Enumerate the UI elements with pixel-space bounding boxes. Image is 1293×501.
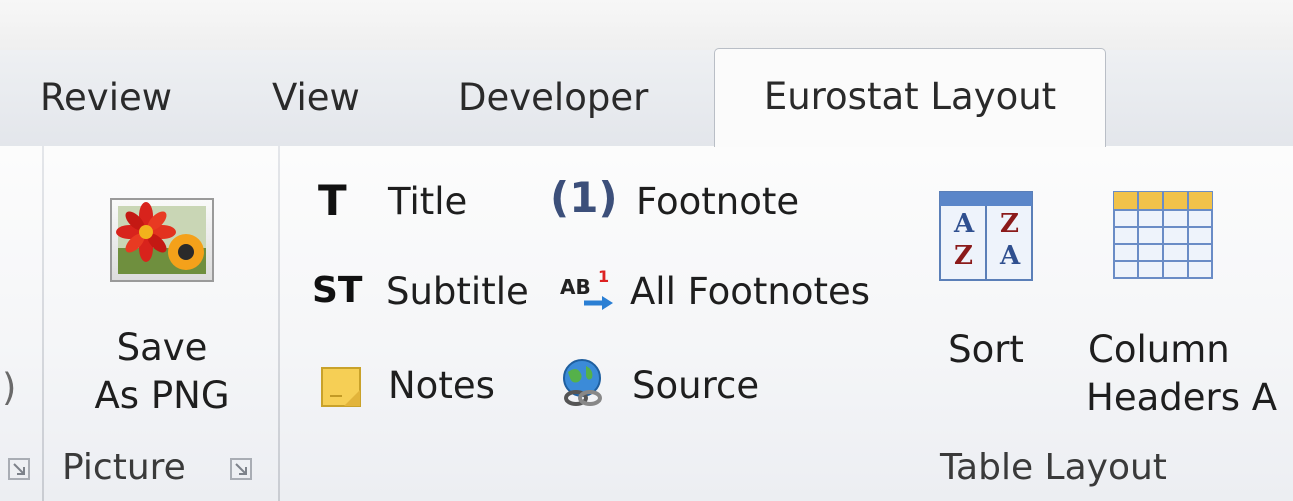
- group-separator: [42, 146, 44, 501]
- sort-letter-a1: A: [954, 209, 975, 239]
- title-label: Title: [388, 180, 468, 223]
- globe-link-icon: [558, 358, 608, 408]
- group-separator: [278, 146, 280, 501]
- picture-dialog-launcher-icon[interactable]: [230, 458, 252, 480]
- title-bar-area: [0, 0, 1293, 50]
- tab-view[interactable]: View: [272, 50, 360, 146]
- flower-picture-icon: [108, 196, 216, 284]
- all-footnotes-label: All Footnotes: [630, 270, 871, 313]
- save-label-line2: As PNG: [94, 374, 230, 417]
- notes-label: Notes: [388, 364, 495, 407]
- tab-developer[interactable]: Developer: [458, 50, 648, 146]
- table-grid-icon: [1112, 190, 1214, 280]
- sort-letter-z2: Z: [954, 241, 973, 271]
- sort-letter-a2: A: [1000, 241, 1021, 271]
- table-layout-group-label: Table Layout: [940, 447, 1167, 488]
- sort-label: Sort: [948, 328, 1024, 371]
- tab-eurostat-layout[interactable]: Eurostat Layout: [714, 48, 1106, 147]
- subtitle-icon: ST: [312, 270, 363, 311]
- footnote-label: Footnote: [636, 180, 800, 223]
- subtitle-label: Subtitle: [386, 270, 529, 313]
- sort-letter-z1: Z: [1000, 209, 1019, 239]
- partial-text: ): [2, 366, 17, 409]
- column-headers-label-line2: Headers A: [1086, 376, 1278, 419]
- ribbon-panel: ) Save As PNG Picture T Title ST Subtitl…: [0, 146, 1293, 501]
- footnote-icon: (1): [550, 173, 618, 222]
- save-label-line1: Save: [116, 326, 208, 369]
- title-icon: T: [318, 176, 347, 225]
- column-headers-button[interactable]: Column Headers A: [1082, 190, 1293, 440]
- tab-review[interactable]: Review: [40, 50, 172, 146]
- sort-button[interactable]: A Z Z A Sort: [926, 190, 1046, 380]
- column-headers-label-line1: Column: [1088, 328, 1230, 371]
- picture-group-label: Picture: [62, 447, 186, 488]
- source-label: Source: [632, 364, 760, 407]
- sort-az-icon: A Z Z A: [938, 190, 1034, 282]
- dialog-launcher-icon[interactable]: [8, 458, 30, 480]
- all-footnotes-icon-sup: 1: [598, 267, 610, 286]
- sticky-note-icon: [320, 366, 362, 408]
- all-footnotes-icon: AB 1: [560, 268, 616, 314]
- save-as-png-button[interactable]: Save As PNG: [48, 156, 276, 436]
